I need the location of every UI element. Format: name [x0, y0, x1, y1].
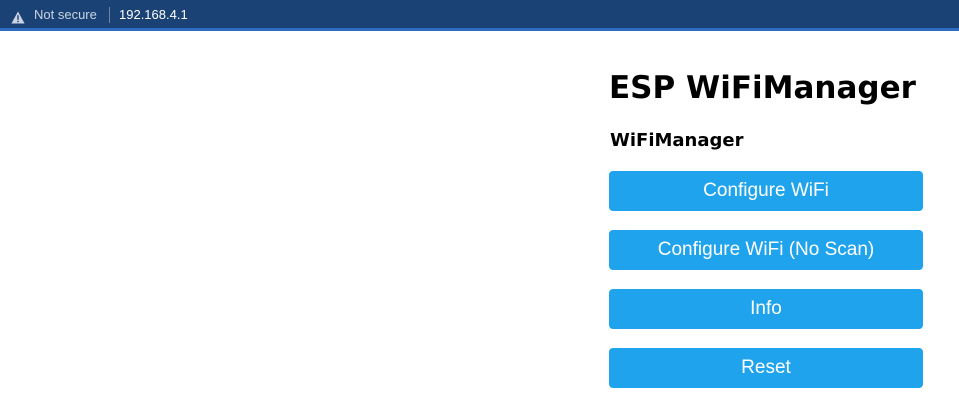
browser-address-bar[interactable]: Not secure 192.168.4.1 — [0, 0, 959, 31]
warning-triangle-icon[interactable] — [11, 9, 25, 24]
configure-wifi-button[interactable]: Configure WiFi — [609, 171, 923, 211]
page-title: ESP WiFiManager — [609, 70, 916, 106]
info-button[interactable]: Info — [609, 289, 923, 329]
configure-wifi-no-scan-button[interactable]: Configure WiFi (No Scan) — [609, 230, 923, 270]
url-text[interactable]: 192.168.4.1 — [119, 7, 188, 23]
address-divider — [109, 7, 110, 23]
reset-button[interactable]: Reset — [609, 348, 923, 388]
not-secure-label[interactable]: Not secure — [34, 7, 97, 23]
page-subtitle: WiFiManager — [610, 130, 744, 151]
